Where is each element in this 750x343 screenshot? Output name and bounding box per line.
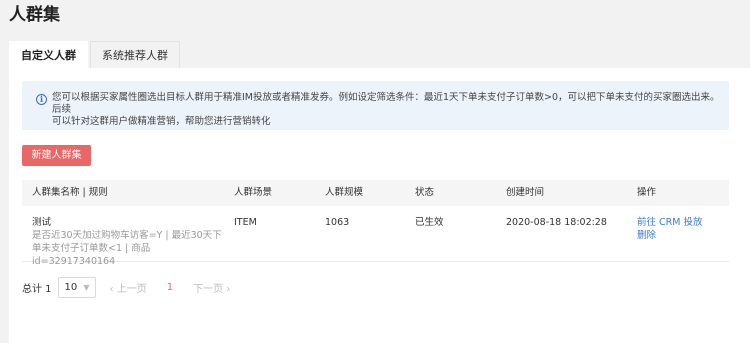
header-name-rule: 人群集名称 | 规则 bbox=[32, 187, 108, 198]
crowd-size: 1063 bbox=[325, 217, 350, 228]
header-status: 状态 bbox=[415, 187, 435, 198]
crowd-rule-line-2: 单未支付子订单数<1 | 商品id=32917340164 bbox=[32, 243, 151, 267]
created-time: 2020-08-18 18:02:28 bbox=[506, 217, 607, 228]
header-actions: 操作 bbox=[637, 187, 657, 198]
prev-page-label: 上一页 bbox=[116, 283, 147, 295]
header-scene: 人群场景 bbox=[234, 187, 273, 198]
prev-page-button[interactable]: ‹ 上一页 bbox=[110, 280, 147, 295]
chevron-down-icon: ▼ bbox=[83, 282, 90, 292]
next-page-label: 下一页 bbox=[193, 283, 224, 295]
notice-text: 您可以根据买家属性圈选出目标人群用于精准IM投放或者精准发券。例如设定筛选条件：… bbox=[52, 92, 722, 128]
info-notice: i 您可以根据买家属性圈选出目标人群用于精准IM投放或者精准发券。例如设定筛选条… bbox=[22, 81, 729, 130]
delete-link[interactable]: 删除 bbox=[637, 229, 702, 242]
crowd-rule-line-1: 是否近30天加过购物车访客=Y | 最近30天下 bbox=[32, 230, 222, 241]
crowd-name: 测试 bbox=[32, 217, 52, 228]
crowd-scene: ITEM bbox=[234, 217, 257, 228]
chevron-left-icon: ‹ bbox=[109, 283, 117, 295]
tab-custom-crowd[interactable]: 自定义人群 bbox=[9, 41, 88, 69]
table-row: 测试 是否近30天加过购物车访客=Y | 最近30天下 单未支付子订单数<1 |… bbox=[22, 206, 729, 267]
tab-bar: 自定义人群 系统推荐人群 bbox=[9, 41, 182, 69]
total-count: 总计 1 bbox=[22, 283, 52, 295]
crowd-table: 人群集名称 | 规则 人群场景 人群规模 状态 创建时间 操作 测试 是否近30… bbox=[22, 180, 729, 267]
header-size: 人群规模 bbox=[325, 187, 364, 198]
page-title: 人群集 bbox=[9, 5, 60, 25]
header-created: 创建时间 bbox=[506, 187, 545, 198]
page-size-select[interactable]: 10 ▼ bbox=[57, 276, 96, 298]
page-size-value: 10 bbox=[64, 281, 78, 293]
notice-line-1: 您可以根据买家属性圈选出目标人群用于精准IM投放或者精准发券。例如设定筛选条件：… bbox=[52, 92, 720, 115]
goto-crm-link[interactable]: 前往 CRM 投放 bbox=[637, 216, 702, 229]
info-icon: i bbox=[36, 94, 47, 105]
chevron-right-icon: › bbox=[223, 283, 231, 295]
content-panel: i 您可以根据买家属性圈选出目标人群用于精准IM投放或者精准发券。例如设定筛选条… bbox=[9, 68, 750, 343]
pagination: 总计 1 10 ▼ ‹ 上一页 1 下一页 › bbox=[22, 276, 230, 298]
notice-line-2: 可以针对这群用户做精准营销，帮助您进行营销转化 bbox=[52, 116, 271, 127]
page-number-current[interactable]: 1 bbox=[167, 282, 173, 293]
status-badge: 已生效 bbox=[415, 217, 444, 228]
table-header: 人群集名称 | 规则 人群场景 人群规模 状态 创建时间 操作 bbox=[22, 180, 729, 206]
next-page-button[interactable]: 下一页 › bbox=[193, 280, 230, 295]
create-crowd-button[interactable]: 新建人群集 bbox=[22, 145, 91, 166]
tab-recommended-crowd[interactable]: 系统推荐人群 bbox=[90, 41, 180, 69]
